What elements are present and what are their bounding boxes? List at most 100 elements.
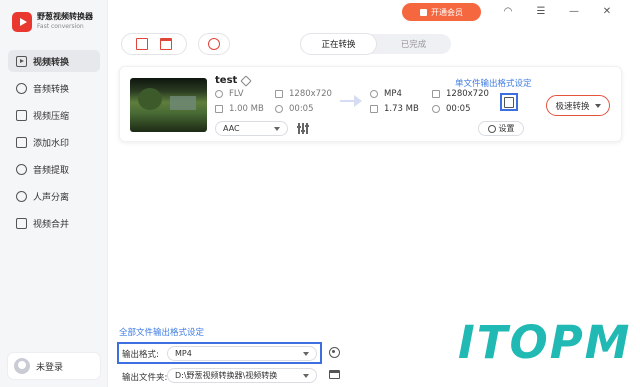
sidebar-item-label: 视频转换 — [33, 57, 70, 68]
target-size: 1.73 MB — [370, 104, 419, 114]
source-size: 1.00 MB — [215, 104, 264, 114]
source-duration-value: 00:05 — [289, 104, 314, 114]
sidebar-item-label: 视频压缩 — [33, 111, 70, 122]
all-format-link[interactable]: 全部文件输出格式设定 — [119, 326, 204, 338]
file-name: test — [215, 75, 238, 86]
avatar — [14, 358, 30, 374]
headset-icon[interactable]: ◠ — [501, 5, 515, 19]
fast-convert-label: 极速转换 — [555, 101, 590, 112]
app-subtitle: Fast conversion — [37, 23, 84, 30]
audio-convert-icon — [16, 82, 27, 94]
close-icon[interactable]: ✕ — [600, 5, 614, 19]
web-toolbar — [198, 33, 230, 55]
add-files-toolbar — [121, 33, 187, 55]
format-settings-button[interactable] — [500, 93, 518, 111]
chevron-down-icon — [303, 351, 309, 356]
vip-button[interactable]: 开通会员 — [402, 3, 481, 21]
video-merge-icon — [16, 217, 27, 229]
duration-icon — [432, 105, 440, 113]
gift-icon — [420, 8, 427, 16]
source-format-value: FLV — [229, 89, 244, 99]
sidebar-item-label: 添加水印 — [33, 138, 70, 149]
format-icon — [215, 90, 223, 98]
file-card: test FLV 1280x720 1.00 MB 00:05 MP4 1280… — [119, 66, 622, 142]
source-size-value: 1.00 MB — [229, 104, 264, 114]
audio-codec-value: AAC — [223, 124, 240, 133]
target-duration: 00:05 — [432, 104, 471, 114]
login-label: 未登录 — [36, 362, 64, 373]
settings-button[interactable]: 设置 — [478, 121, 524, 136]
target-duration-value: 00:05 — [446, 104, 471, 114]
file-title: test — [215, 74, 252, 87]
target-resolution: 1280x720 — [432, 89, 489, 99]
format-settings-icon — [504, 96, 514, 108]
size-icon — [215, 105, 223, 113]
sidebar-item-video-convert[interactable]: 视频转换 — [8, 50, 100, 72]
fast-convert-button[interactable]: 极速转换 — [546, 95, 610, 116]
duration-icon — [275, 105, 283, 113]
vip-label: 开通会员 — [431, 7, 463, 17]
video-thumbnail[interactable] — [130, 78, 207, 132]
source-duration: 00:05 — [275, 104, 314, 114]
target-format-value: MP4 — [384, 89, 402, 99]
resolution-icon — [432, 90, 440, 98]
video-compress-icon — [16, 109, 27, 121]
gear-icon — [487, 124, 496, 133]
audio-extract-icon — [16, 163, 27, 175]
sidebar: 野葱视频转换器 Fast conversion 视频转换 音频转换 视频压缩 添… — [0, 0, 108, 387]
video-convert-icon — [16, 55, 27, 67]
target-resolution-value: 1280x720 — [446, 89, 489, 99]
source-resolution: 1280x720 — [275, 89, 332, 99]
minimize-icon[interactable]: — — [567, 5, 581, 19]
chevron-down-icon — [594, 103, 601, 108]
convert-arrow-icon — [340, 94, 362, 108]
output-folder-label: 输出文件夹: — [122, 373, 168, 383]
sidebar-nav: 视频转换 音频转换 视频压缩 添加水印 音频提取 人声分离 视频合并 — [8, 50, 100, 239]
target-format: MP4 — [370, 89, 402, 99]
add-folder-icon[interactable] — [160, 38, 172, 50]
output-format-label: 输出格式: — [122, 350, 159, 360]
settings-label: 设置 — [498, 124, 515, 133]
source-resolution-value: 1280x720 — [289, 89, 332, 99]
size-icon — [370, 105, 378, 113]
sidebar-item-audio-convert[interactable]: 音频转换 — [8, 77, 100, 99]
sidebar-item-label: 音频提取 — [33, 165, 70, 176]
vocal-separate-icon — [16, 190, 27, 202]
edit-name-icon[interactable] — [240, 74, 252, 87]
audio-codec-select[interactable]: AAC — [215, 121, 288, 136]
web-icon[interactable] — [208, 38, 220, 50]
open-folder-icon[interactable] — [329, 370, 340, 379]
chevron-down-icon — [303, 373, 309, 378]
sidebar-item-label: 人声分离 — [33, 192, 70, 203]
app-logo-icon — [12, 12, 32, 32]
format-icon — [370, 90, 378, 98]
menu-icon[interactable]: ☰ — [534, 5, 548, 19]
watermark-icon — [16, 136, 27, 148]
sidebar-item-label: 视频合并 — [33, 219, 70, 230]
tab-converting[interactable]: 正在转换 — [301, 34, 376, 54]
single-format-link[interactable]: 单文件输出格式设定 — [455, 77, 532, 89]
status-tabs: 正在转换 已完成 — [301, 34, 451, 54]
sidebar-item-watermark[interactable]: 添加水印 — [8, 131, 100, 153]
sidebar-item-audio-extract[interactable]: 音频提取 — [8, 158, 100, 180]
output-folder-value: D:\野葱视频转换器\视频转换 — [175, 371, 278, 380]
tab-completed[interactable]: 已完成 — [376, 34, 451, 54]
output-settings-icon[interactable] — [329, 347, 340, 358]
source-format: FLV — [215, 89, 244, 99]
sidebar-item-vocal-separate[interactable]: 人声分离 — [8, 185, 100, 207]
sidebar-item-video-compress[interactable]: 视频压缩 — [8, 104, 100, 126]
sidebar-item-label: 音频转换 — [33, 84, 70, 95]
target-size-value: 1.73 MB — [384, 104, 419, 114]
output-format-value: MP4 — [175, 349, 192, 358]
app-name: 野葱视频转换器 — [37, 12, 93, 21]
output-folder-select[interactable]: D:\野葱视频转换器\视频转换 — [167, 368, 317, 383]
add-file-icon[interactable] — [136, 38, 148, 50]
brand: 野葱视频转换器 Fast conversion — [12, 12, 93, 32]
chevron-down-icon — [274, 126, 280, 131]
sidebar-item-video-merge[interactable]: 视频合并 — [8, 212, 100, 234]
login-button[interactable]: 未登录 — [8, 353, 100, 379]
watermark-logo: ITOPM — [458, 316, 632, 369]
output-format-select[interactable]: MP4 — [167, 346, 317, 361]
resolution-icon — [275, 90, 283, 98]
audio-adjust-icon[interactable] — [297, 123, 309, 134]
